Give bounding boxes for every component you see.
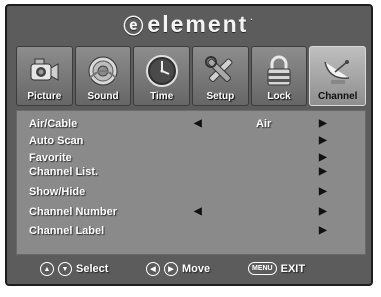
up-button-icon: ▲	[40, 262, 54, 276]
padlock-icon	[261, 53, 297, 89]
exit-label: EXIT	[280, 262, 306, 275]
move-label: Move	[182, 263, 211, 275]
left-arrow-icon[interactable]: ◀	[194, 118, 202, 129]
menu-item-label: Show/Hide	[29, 186, 86, 198]
tools-icon	[202, 53, 238, 89]
select-hint: ▲ ▼ Select	[40, 262, 108, 276]
menu-item-label: Air/Cable	[29, 118, 78, 130]
brand-name: element	[147, 10, 249, 37]
brand-header: ⓔ element .	[7, 10, 371, 38]
right-arrow-icon[interactable]: ▶	[319, 206, 327, 217]
tab-label: Time	[150, 91, 174, 102]
right-arrow-icon[interactable]: ▶	[319, 118, 327, 129]
tab-label: Picture	[27, 91, 62, 102]
key-hints-bar: ▲ ▼ Select ◀ ▶ Move MENU EXIT	[16, 260, 366, 280]
menu-item-label: Auto Scan	[29, 135, 84, 147]
menu-row-auto-scan[interactable]: Auto Scan ▶	[29, 135, 359, 149]
menu-item-label: Channel List.	[29, 166, 99, 178]
clock-icon	[144, 53, 180, 89]
tv-osd-menu: ⓔ element . Picture Sound Time Setup Loc…	[5, 4, 373, 286]
menu-row-channel-number[interactable]: Channel Number ◀ ▶	[29, 206, 359, 220]
camcorder-icon	[26, 53, 62, 89]
down-button-icon: ▼	[58, 262, 72, 276]
menu-row-show-hide[interactable]: Show/Hide ▶	[29, 186, 359, 200]
menu-row-air-cable[interactable]: Air/Cable ◀ Air ▶	[29, 118, 359, 132]
right-arrow-icon[interactable]: ▶	[319, 225, 327, 236]
tab-channel[interactable]: Channel	[309, 46, 367, 106]
right-arrow-icon[interactable]: ▶	[319, 152, 327, 163]
tab-picture[interactable]: Picture	[16, 46, 73, 106]
category-tabs: Picture Sound Time Setup Lock Channel	[16, 46, 367, 106]
menu-key-icon: MENU	[248, 262, 277, 275]
right-arrow-icon[interactable]: ▶	[319, 166, 327, 177]
tab-label: Setup	[206, 91, 235, 102]
menu-row-channel-label[interactable]: Channel Label ▶	[29, 225, 359, 239]
exit-hint: MENU EXIT	[248, 262, 305, 275]
channel-settings-panel: Air/Cable ◀ Air ▶ Auto Scan ▶ Favorite ▶…	[16, 110, 366, 255]
select-label: Select	[76, 263, 109, 275]
move-hint: ◀ ▶ Move	[146, 262, 210, 276]
air-cable-value: Air	[256, 118, 272, 130]
menu-item-label: Channel Label	[29, 225, 105, 237]
menu-row-channel-list[interactable]: Channel List. ▶	[29, 166, 359, 180]
satellite-dish-icon	[320, 53, 356, 89]
tab-time[interactable]: Time	[133, 46, 191, 106]
tab-lock[interactable]: Lock	[250, 46, 308, 106]
menu-row-favorite[interactable]: Favorite ▶	[29, 152, 359, 166]
brand-trademark: .	[250, 12, 255, 22]
left-button-icon: ◀	[146, 262, 160, 276]
element-logo-icon: ⓔ	[123, 15, 146, 38]
speaker-icon	[85, 53, 121, 89]
right-arrow-icon[interactable]: ▶	[319, 135, 327, 146]
tab-label: Channel	[317, 91, 358, 102]
tab-label: Sound	[87, 91, 119, 102]
menu-item-label: Channel Number	[29, 206, 118, 218]
tab-setup[interactable]: Setup	[192, 46, 249, 106]
right-button-icon: ▶	[164, 262, 178, 276]
menu-item-label: Favorite	[29, 152, 72, 164]
right-arrow-icon[interactable]: ▶	[319, 186, 327, 197]
left-arrow-icon[interactable]: ◀	[194, 206, 202, 217]
tab-label: Lock	[267, 91, 291, 102]
tab-sound[interactable]: Sound	[74, 46, 132, 106]
